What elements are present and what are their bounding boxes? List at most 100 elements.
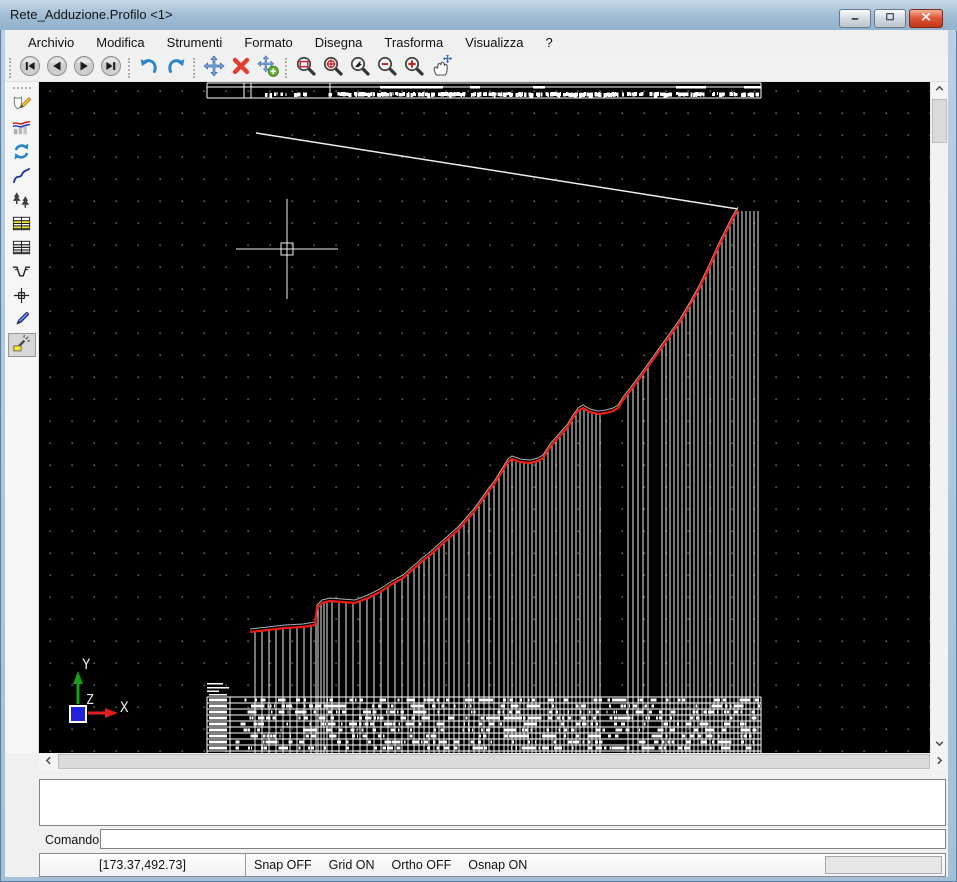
minimize-button[interactable]	[839, 9, 871, 28]
profile-edit-button[interactable]	[8, 93, 36, 117]
spline-button[interactable]	[8, 165, 36, 189]
table-highlight-icon	[11, 213, 32, 237]
table-button[interactable]	[8, 237, 36, 261]
toolbar-grip[interactable]	[285, 58, 287, 78]
horizontal-scrollbar[interactable]	[39, 753, 948, 770]
zoom-out-button[interactable]	[373, 56, 400, 80]
scroll-down-button[interactable]	[931, 737, 948, 753]
zoom-extents-icon	[322, 55, 344, 80]
svg-text:Z: Z	[86, 693, 94, 708]
terrain-button[interactable]	[8, 189, 36, 213]
close-icon	[919, 10, 933, 28]
nav-prev-button[interactable]	[43, 56, 70, 80]
nav-next-icon	[73, 55, 95, 80]
profile-chart-icon	[11, 117, 32, 141]
pan-button[interactable]	[427, 56, 454, 80]
scroll-up-button[interactable]	[931, 82, 948, 98]
refresh-button[interactable]	[8, 141, 36, 165]
undo-icon	[138, 55, 160, 80]
chevron-down-icon	[934, 736, 945, 754]
toggle-grid[interactable]: Grid ON	[329, 858, 375, 872]
delete-button[interactable]	[227, 56, 254, 80]
window-controls	[839, 9, 943, 28]
command-history	[39, 779, 946, 826]
menu-item-?[interactable]: ?	[534, 32, 563, 53]
move-add-icon	[257, 55, 279, 80]
zoom-out-icon	[376, 55, 398, 80]
section-button[interactable]	[8, 261, 36, 285]
zoom-window-button[interactable]	[292, 56, 319, 80]
zoom-extents-button[interactable]	[319, 56, 346, 80]
nav-next-button[interactable]	[70, 56, 97, 80]
command-input[interactable]	[100, 829, 946, 849]
vertical-scrollbar[interactable]	[930, 82, 948, 753]
spline-icon	[11, 165, 32, 189]
menu-item-formato[interactable]: Formato	[233, 32, 303, 53]
nav-first-icon	[19, 55, 41, 80]
toggle-snap[interactable]: Snap OFF	[254, 858, 312, 872]
maximize-button[interactable]	[874, 9, 906, 28]
toolbar-grip[interactable]	[9, 58, 11, 78]
window-title: Rete_Adduzione.Profilo <1>	[10, 7, 173, 22]
status-bar: [173.37,492.73] Snap OFF Grid ON Ortho OFF…	[39, 853, 946, 877]
pen-button[interactable]	[8, 309, 36, 333]
menu-item-visualizza[interactable]: Visualizza	[454, 32, 534, 53]
menu-item-trasforma[interactable]: Trasforma	[373, 32, 454, 53]
svg-text:X: X	[120, 700, 129, 716]
pen-icon	[11, 309, 32, 333]
toolbar-grip[interactable]	[13, 87, 31, 89]
status-right-panel	[825, 856, 942, 874]
scroll-left-button[interactable]	[39, 753, 57, 770]
zoom-window-icon	[295, 55, 317, 80]
cursor-coordinates: [173.37,492.73]	[40, 854, 246, 876]
move-button[interactable]	[200, 56, 227, 80]
main-toolbar	[5, 54, 948, 82]
terrain-icon	[11, 189, 32, 213]
section-icon	[11, 261, 32, 285]
command-label: Comando:	[45, 833, 103, 847]
maximize-icon	[883, 10, 897, 28]
profile-edit-icon	[11, 93, 32, 117]
profile-drawing: Y X Z	[39, 82, 930, 753]
toggle-osnap[interactable]: Osnap ON	[468, 858, 527, 872]
close-button[interactable]	[909, 9, 943, 28]
drawing-canvas[interactable]: Y X Z	[39, 82, 930, 753]
menu-item-disegna[interactable]: Disegna	[304, 32, 374, 53]
scroll-right-button[interactable]	[930, 753, 948, 770]
svg-text:Y: Y	[82, 657, 91, 673]
zoom-in-button[interactable]	[400, 56, 427, 80]
nav-last-button[interactable]	[97, 56, 124, 80]
app-window: Rete_Adduzione.Profilo <1> ArchivioModif…	[0, 0, 957, 882]
hscroll-thumb[interactable]	[58, 754, 930, 769]
point-button[interactable]	[8, 285, 36, 309]
move-add-button[interactable]	[254, 56, 281, 80]
menu-item-strumenti[interactable]: Strumenti	[156, 32, 234, 53]
status-toggles: Snap OFF Grid ON Ortho OFF Osnap ON	[254, 854, 527, 876]
wand-icon	[11, 333, 32, 357]
side-toolbar	[5, 82, 39, 753]
chevron-up-icon	[934, 81, 945, 99]
undo-button[interactable]	[135, 56, 162, 80]
chevron-right-icon	[934, 753, 945, 771]
move-icon	[203, 55, 225, 80]
menu-item-archivio[interactable]: Archivio	[17, 32, 85, 53]
title-bar[interactable]: Rete_Adduzione.Profilo <1>	[0, 0, 957, 30]
minimize-icon	[848, 10, 862, 28]
point-icon	[11, 285, 32, 309]
menu-item-modifica[interactable]: Modifica	[85, 32, 155, 53]
profile-chart-button[interactable]	[8, 117, 36, 141]
vscroll-thumb[interactable]	[932, 99, 947, 143]
toolbar-grip[interactable]	[193, 58, 195, 78]
table-highlight-button[interactable]	[8, 213, 36, 237]
zoom-in-icon	[403, 55, 425, 80]
wand-button[interactable]	[8, 333, 36, 357]
table-icon	[11, 237, 32, 261]
nav-prev-icon	[46, 55, 68, 80]
nav-first-button[interactable]	[16, 56, 43, 80]
redo-icon	[165, 55, 187, 80]
zoom-dynamic-button[interactable]	[346, 56, 373, 80]
menu-bar: ArchivioModificaStrumentiFormatoDisegnaT…	[5, 30, 948, 54]
toggle-ortho[interactable]: Ortho OFF	[392, 858, 452, 872]
redo-button[interactable]	[162, 56, 189, 80]
toolbar-grip[interactable]	[128, 58, 130, 78]
